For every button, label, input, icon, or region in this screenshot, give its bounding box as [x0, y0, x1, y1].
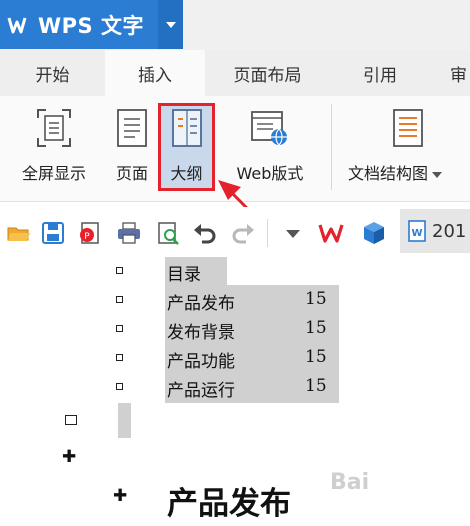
toc-item-text[interactable]: 发布背景 — [167, 318, 235, 343]
document-tab-label: 201 — [432, 220, 467, 242]
redo-icon[interactable] — [230, 220, 256, 246]
toc-item-text[interactable]: 产品运行 — [167, 376, 235, 401]
toc-item-page: 15 — [305, 376, 327, 396]
save-icon[interactable] — [40, 220, 66, 246]
outline-bullet[interactable] — [116, 267, 123, 274]
export-pdf-icon[interactable]: P — [76, 220, 102, 246]
toc-title[interactable]: 目录 — [167, 260, 201, 285]
empty-line-highlight — [118, 403, 131, 438]
document-icon: W — [408, 220, 426, 242]
outline-bullet[interactable] — [116, 296, 123, 303]
document-tab[interactable]: W 201 — [400, 209, 470, 253]
customize-dropdown-icon[interactable] — [280, 220, 306, 246]
svg-text:P: P — [84, 232, 90, 242]
toc-item-text[interactable]: 产品发布 — [167, 289, 235, 314]
cube-icon[interactable] — [361, 220, 387, 246]
toolbar-separator — [267, 219, 268, 247]
toc-item-page: 15 — [305, 289, 327, 309]
outline-bullet[interactable] — [116, 325, 123, 332]
outline-bullet[interactable] — [116, 354, 123, 361]
svg-text:W: W — [411, 228, 422, 239]
print-preview-icon[interactable] — [155, 220, 181, 246]
toc-item-page: 15 — [305, 318, 327, 338]
undo-icon[interactable] — [192, 220, 218, 246]
document-heading[interactable]: 产品发布 — [167, 478, 291, 523]
expand-plus-icon[interactable]: ✚ — [113, 488, 127, 505]
wps-logo-icon[interactable] — [318, 220, 344, 246]
toc-item-text[interactable]: 产品功能 — [167, 347, 235, 372]
print-icon[interactable] — [116, 220, 142, 246]
open-icon[interactable] — [6, 220, 32, 246]
expand-plus-icon[interactable]: ✚ — [62, 449, 76, 466]
outline-bullet[interactable] — [116, 383, 123, 390]
toc-item-page: 15 — [305, 347, 327, 367]
outline-bullet-body[interactable] — [65, 415, 77, 425]
watermark: Bai — [330, 470, 370, 495]
